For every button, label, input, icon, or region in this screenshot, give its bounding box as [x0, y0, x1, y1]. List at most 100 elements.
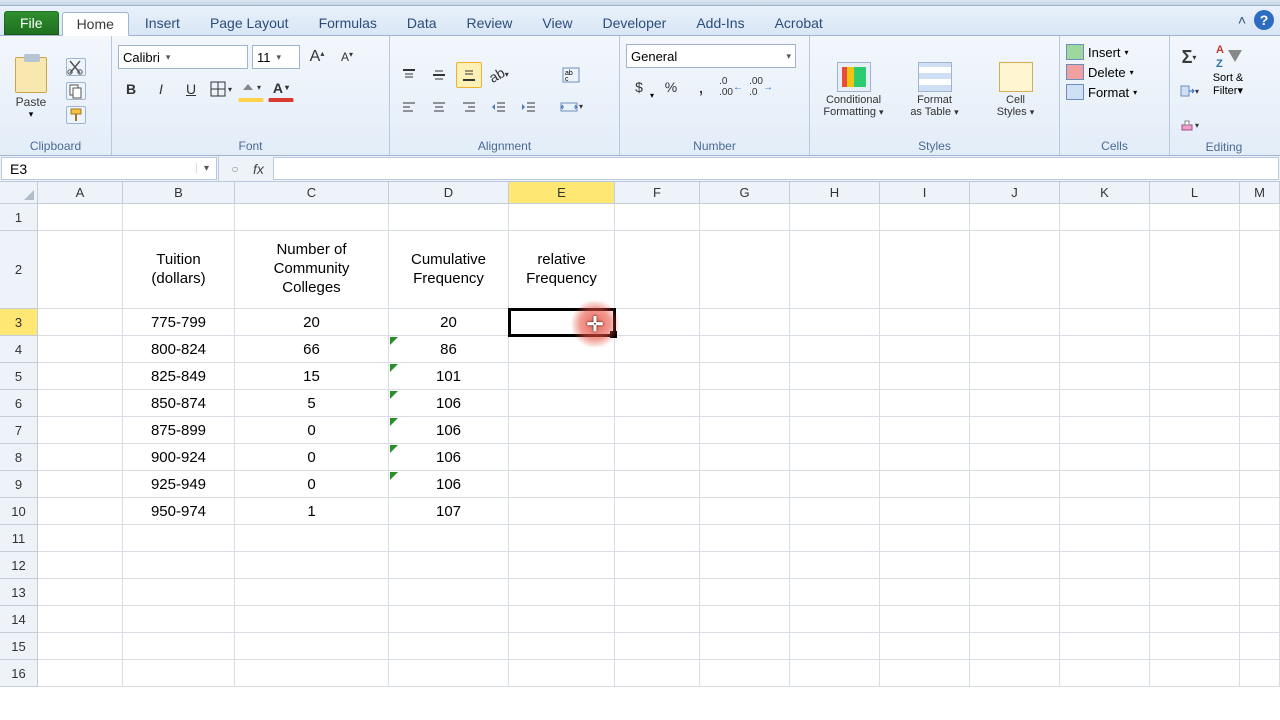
tab-review[interactable]: Review: [453, 11, 527, 35]
paste-button[interactable]: Paste ▾: [6, 55, 56, 122]
cell-A4[interactable]: [38, 336, 123, 363]
cell-K13[interactable]: [1060, 579, 1150, 606]
cell-E10[interactable]: [509, 498, 615, 525]
row-header-11[interactable]: 11: [0, 525, 38, 552]
cell-I5[interactable]: [880, 363, 970, 390]
wrap-text-button[interactable]: abc: [554, 62, 588, 88]
cell-K11[interactable]: [1060, 525, 1150, 552]
grow-font-button[interactable]: A▴: [304, 44, 330, 70]
cell-I2[interactable]: [880, 231, 970, 309]
cell-B5[interactable]: 825-849: [123, 363, 235, 390]
col-header-M[interactable]: M: [1240, 182, 1280, 204]
cell-I11[interactable]: [880, 525, 970, 552]
cell-E16[interactable]: [509, 660, 615, 687]
cell-styles-button[interactable]: Cell Styles ▾: [978, 60, 1053, 118]
cell-B14[interactable]: [123, 606, 235, 633]
cell-K12[interactable]: [1060, 552, 1150, 579]
autosum-button[interactable]: Σ▾: [1176, 44, 1202, 70]
cell-E13[interactable]: [509, 579, 615, 606]
cell-I16[interactable]: [880, 660, 970, 687]
cell-B15[interactable]: [123, 633, 235, 660]
cell-K8[interactable]: [1060, 444, 1150, 471]
cell-I14[interactable]: [880, 606, 970, 633]
cell-A3[interactable]: [38, 309, 123, 336]
cell-C1[interactable]: [235, 204, 389, 231]
cell-G13[interactable]: [700, 579, 790, 606]
cell-A13[interactable]: [38, 579, 123, 606]
cell-K9[interactable]: [1060, 471, 1150, 498]
cell-G12[interactable]: [700, 552, 790, 579]
cell-G16[interactable]: [700, 660, 790, 687]
cell-A1[interactable]: [38, 204, 123, 231]
cell-K4[interactable]: [1060, 336, 1150, 363]
cell-A2[interactable]: [38, 231, 123, 309]
format-cells-button[interactable]: Format ▾: [1066, 84, 1163, 100]
cell-D8[interactable]: 106: [389, 444, 509, 471]
delete-cells-button[interactable]: Delete ▾: [1066, 64, 1163, 80]
format-as-table-button[interactable]: Format as Table ▾: [897, 60, 972, 118]
cell-M11[interactable]: [1240, 525, 1280, 552]
cell-D5[interactable]: 101: [389, 363, 509, 390]
cell-B1[interactable]: [123, 204, 235, 231]
cell-C2[interactable]: Number ofCommunityColleges: [235, 231, 389, 309]
cell-C3[interactable]: 20: [235, 309, 389, 336]
cell-J7[interactable]: [970, 417, 1060, 444]
align-middle-button[interactable]: [426, 62, 452, 88]
row-header-2[interactable]: 2: [0, 231, 38, 309]
align-right-button[interactable]: [456, 94, 482, 120]
cell-M4[interactable]: [1240, 336, 1280, 363]
cell-H9[interactable]: [790, 471, 880, 498]
cell-K6[interactable]: [1060, 390, 1150, 417]
cell-A6[interactable]: [38, 390, 123, 417]
currency-button[interactable]: $: [626, 74, 652, 100]
cell-J5[interactable]: [970, 363, 1060, 390]
cell-E8[interactable]: [509, 444, 615, 471]
formula-input[interactable]: [273, 157, 1279, 180]
cell-F14[interactable]: [615, 606, 700, 633]
cell-F3[interactable]: [615, 309, 700, 336]
cell-C9[interactable]: 0: [235, 471, 389, 498]
cell-H6[interactable]: [790, 390, 880, 417]
cell-L14[interactable]: [1150, 606, 1240, 633]
cell-G1[interactable]: [700, 204, 790, 231]
cell-K10[interactable]: [1060, 498, 1150, 525]
cell-D4[interactable]: 86: [389, 336, 509, 363]
cell-H15[interactable]: [790, 633, 880, 660]
number-format-combo[interactable]: General ▾: [626, 44, 796, 68]
cell-H16[interactable]: [790, 660, 880, 687]
cell-J15[interactable]: [970, 633, 1060, 660]
cell-L8[interactable]: [1150, 444, 1240, 471]
align-left-button[interactable]: [396, 94, 422, 120]
cell-M3[interactable]: [1240, 309, 1280, 336]
cell-M10[interactable]: [1240, 498, 1280, 525]
cell-A11[interactable]: [38, 525, 123, 552]
cell-J9[interactable]: [970, 471, 1060, 498]
cell-H8[interactable]: [790, 444, 880, 471]
cell-B11[interactable]: [123, 525, 235, 552]
cell-K2[interactable]: [1060, 231, 1150, 309]
row-header-15[interactable]: 15: [0, 633, 38, 660]
cell-L2[interactable]: [1150, 231, 1240, 309]
tab-add-ins[interactable]: Add-Ins: [682, 11, 758, 35]
row-header-16[interactable]: 16: [0, 660, 38, 687]
row-header-7[interactable]: 7: [0, 417, 38, 444]
col-header-E[interactable]: E: [509, 182, 615, 204]
cut-icon[interactable]: [66, 58, 86, 76]
cell-F13[interactable]: [615, 579, 700, 606]
file-tab[interactable]: File: [4, 11, 59, 35]
cell-L5[interactable]: [1150, 363, 1240, 390]
col-header-J[interactable]: J: [970, 182, 1060, 204]
cell-A16[interactable]: [38, 660, 123, 687]
col-header-H[interactable]: H: [790, 182, 880, 204]
cell-M12[interactable]: [1240, 552, 1280, 579]
cell-F11[interactable]: [615, 525, 700, 552]
cell-J14[interactable]: [970, 606, 1060, 633]
cell-A14[interactable]: [38, 606, 123, 633]
cell-E14[interactable]: [509, 606, 615, 633]
cell-M15[interactable]: [1240, 633, 1280, 660]
col-header-I[interactable]: I: [880, 182, 970, 204]
cell-G5[interactable]: [700, 363, 790, 390]
align-center-button[interactable]: [426, 94, 452, 120]
cell-L10[interactable]: [1150, 498, 1240, 525]
cell-F9[interactable]: [615, 471, 700, 498]
